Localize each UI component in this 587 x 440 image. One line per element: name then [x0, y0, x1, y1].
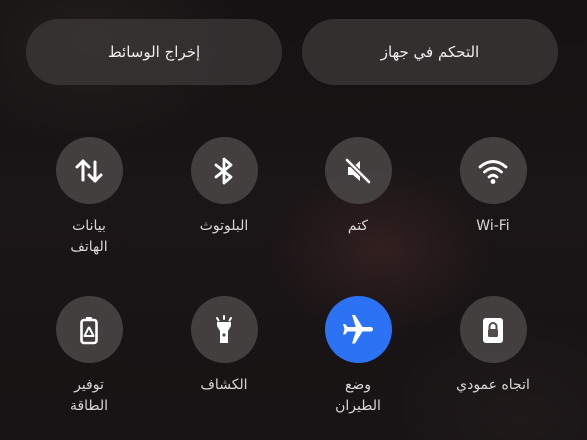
wifi-label: Wi-Fi [476, 218, 510, 234]
device-control-label: التحكم في جهاز [380, 43, 480, 61]
flashlight-toggle[interactable] [190, 296, 258, 363]
tile-mute[interactable]: كتم [293, 137, 423, 237]
portrait-lock-toggle[interactable] [459, 296, 527, 363]
airplane-mode-toggle[interactable] [324, 296, 392, 363]
portrait-lock-icon [483, 317, 503, 343]
tile-airplane-mode[interactable]: وضع الطيران [293, 296, 423, 417]
wifi-icon [478, 159, 508, 184]
tile-wifi[interactable]: Wi-Fi [428, 137, 558, 237]
tile-flashlight[interactable]: الكشاف [159, 296, 289, 396]
media-output-label: إخراج الوسائط [107, 43, 201, 61]
tile-portrait-lock[interactable]: اتجاه عمودي [428, 296, 558, 396]
arrows-up-down-icon [75, 159, 103, 182]
tile-battery-saver[interactable]: توفير الطاقة [24, 296, 154, 417]
bluetooth-icon [214, 157, 233, 184]
bluetooth-toggle[interactable] [190, 137, 258, 204]
media-output-button[interactable]: إخراج الوسائط [26, 19, 282, 85]
tile-mobile-data[interactable]: بيانات الهاتف [24, 137, 154, 258]
wifi-toggle[interactable] [459, 137, 527, 204]
mute-toggle[interactable] [324, 137, 392, 204]
flashlight-label: الكشاف [200, 377, 248, 393]
mute-label: كتم [347, 218, 369, 234]
bluetooth-label: البلوتوث [199, 218, 249, 234]
battery-saver-icon [80, 316, 98, 344]
tile-bluetooth[interactable]: البلوتوث [159, 137, 289, 237]
battery-saver-label: توفير الطاقة [69, 377, 109, 414]
flashlight-icon [216, 314, 232, 343]
battery-saver-toggle[interactable] [55, 296, 123, 363]
airplane-icon [343, 314, 373, 343]
device-control-button[interactable]: التحكم في جهاز [302, 19, 558, 85]
mobile-data-toggle[interactable] [55, 137, 123, 204]
portrait-lock-label: اتجاه عمودي [456, 377, 530, 393]
speaker-muted-icon [344, 157, 372, 184]
mobile-data-label: بيانات الهاتف [70, 218, 108, 255]
airplane-mode-label: وضع الطيران [335, 377, 381, 414]
